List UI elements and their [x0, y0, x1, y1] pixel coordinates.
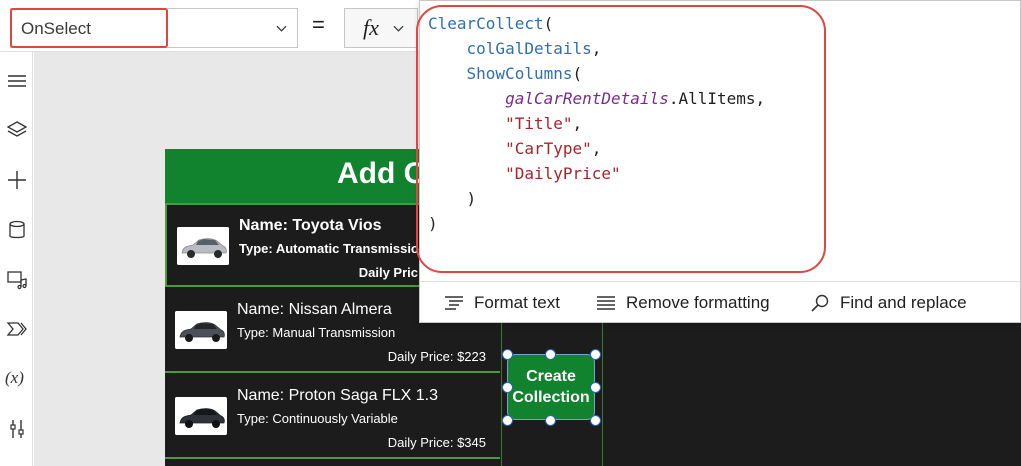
formula-collection-name: colGalDetails — [466, 39, 592, 58]
format-text-button[interactable]: Format text — [444, 292, 560, 314]
property-dropdown[interactable]: OnSelect — [10, 8, 298, 48]
resize-handle[interactable] — [590, 415, 601, 426]
formula-string: "Title" — [505, 114, 573, 133]
car-type: Type: Automatic Transmission — [239, 241, 424, 256]
car-name: Name: Toyota Vios — [239, 217, 382, 234]
media-icon[interactable] — [6, 268, 28, 290]
car-type: Type: Manual Transmission — [237, 325, 396, 340]
car-image — [175, 311, 227, 349]
resize-handle[interactable] — [545, 415, 556, 426]
formula-punct: , — [591, 139, 602, 158]
formula-code[interactable]: ClearCollect( colGalDetails, ShowColumns… — [428, 11, 765, 236]
format-text-icon — [445, 296, 463, 310]
chevron-down-icon — [276, 25, 287, 32]
remove-formatting-icon — [597, 296, 615, 310]
database-icon[interactable] — [6, 219, 28, 241]
formula-function: ShowColumns — [466, 64, 573, 83]
formula-punct: ( — [572, 64, 583, 83]
formula-string: "CarType" — [505, 139, 592, 158]
power-automate-icon[interactable] — [6, 318, 28, 340]
formula-function: ClearCollect — [428, 14, 544, 33]
left-rail: (x) — [0, 52, 33, 466]
resize-handle[interactable] — [502, 415, 513, 426]
car-daily-price: Daily Price: $345 — [387, 435, 486, 450]
formula-editor-toolbar: Format text Remove formatting Find and r… — [420, 281, 1020, 323]
equals-sign: = — [312, 12, 325, 37]
plus-icon[interactable] — [6, 169, 28, 191]
create-collection-button[interactable]: Create Collection — [507, 354, 595, 420]
formula-control-ref: galCarRentDetails — [505, 89, 669, 108]
car-daily-price: Daily Pric — [358, 265, 418, 280]
gallery-item[interactable]: Name: Proton Saga FLX 1.3 Type: Continuo… — [165, 375, 500, 459]
formula-punct: , — [591, 39, 602, 58]
chevron-down-icon — [393, 25, 404, 32]
resize-handle[interactable] — [502, 349, 513, 360]
resize-handle[interactable] — [502, 382, 513, 393]
formula-punct: ) — [428, 214, 438, 233]
tools-icon[interactable] — [6, 418, 28, 440]
formula-property: .AllItems, — [668, 89, 766, 108]
screen-title: Add C — [337, 157, 426, 190]
layers-icon[interactable] — [6, 119, 28, 141]
fx-icon: fx — [363, 15, 379, 40]
hamburger-icon[interactable] — [6, 70, 28, 92]
format-text-label: Format text — [474, 293, 560, 312]
remove-formatting-label: Remove formatting — [626, 293, 770, 312]
formula-editor[interactable]: ClearCollect( colGalDetails, ShowColumns… — [419, 0, 1021, 323]
fx-button[interactable]: fx — [344, 8, 418, 48]
car-name: Name: Proton Saga FLX 1.3 — [237, 387, 438, 404]
search-icon — [811, 294, 829, 312]
property-value: OnSelect — [21, 19, 91, 38]
find-replace-label: Find and replace — [840, 293, 967, 312]
car-image — [177, 227, 229, 265]
resize-handle[interactable] — [545, 349, 556, 360]
formula-punct: , — [572, 114, 583, 133]
car-name: Name: Nissan Almera — [237, 301, 392, 318]
car-daily-price: Daily Price: $223 — [387, 349, 486, 364]
find-replace-button[interactable]: Find and replace — [810, 292, 967, 314]
formula-punct: ( — [543, 14, 554, 33]
remove-formatting-button[interactable]: Remove formatting — [596, 292, 770, 314]
resize-handle[interactable] — [590, 349, 601, 360]
formula-string: "DailyPrice" — [505, 164, 621, 183]
car-type: Type: Continuously Variable — [237, 411, 398, 426]
car-image — [175, 397, 227, 435]
create-collection-label: Create Collection — [512, 368, 590, 406]
formula-punct: ) — [466, 189, 477, 208]
resize-handle[interactable] — [590, 382, 601, 393]
variables-icon[interactable]: (x) — [5, 368, 27, 390]
